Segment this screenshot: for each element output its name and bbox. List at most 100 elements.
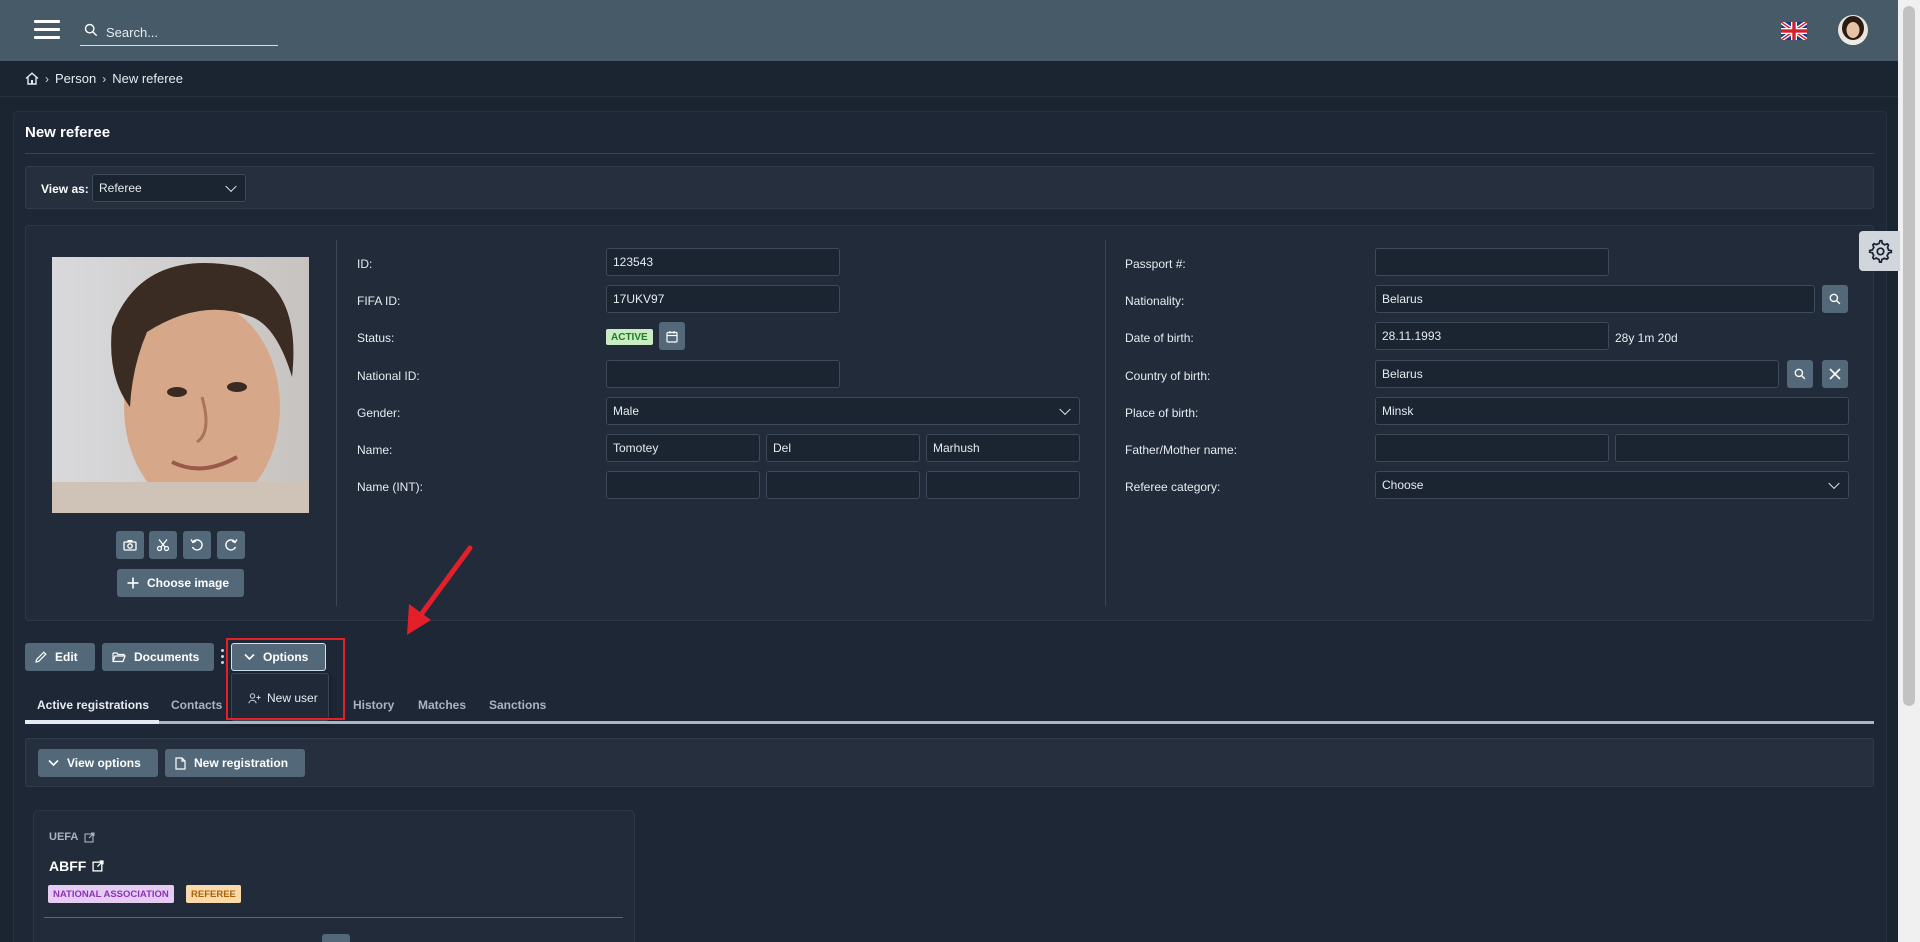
- dob-value: 28.11.1993: [1382, 329, 1442, 343]
- scissors-icon: [156, 539, 170, 552]
- place-of-birth-value: Minsk: [1382, 404, 1414, 418]
- search-input[interactable]: [106, 21, 274, 43]
- view-as-select[interactable]: Referee: [92, 174, 246, 202]
- home-icon[interactable]: [25, 72, 39, 85]
- referee-tag: REFEREE: [186, 885, 241, 903]
- id-value: 123543: [613, 255, 654, 269]
- tab-matches[interactable]: Matches: [418, 698, 466, 712]
- country-of-birth-field[interactable]: Belarus: [1375, 360, 1779, 388]
- last-name-value: Marhush: [933, 441, 980, 455]
- tab-active-registrations[interactable]: Active registrations: [37, 698, 149, 712]
- search-box: [80, 18, 278, 46]
- nationality-field[interactable]: Belarus: [1375, 285, 1815, 313]
- nationality-value: Belarus: [1382, 292, 1423, 306]
- country-of-birth-label: Country of birth:: [1125, 369, 1211, 383]
- referee-category-value: Choose: [1382, 478, 1424, 492]
- file-icon: [175, 756, 186, 770]
- father-name-field[interactable]: [1375, 434, 1609, 462]
- status-badge: ACTIVE: [606, 329, 653, 345]
- page-scrollbar[interactable]: [1898, 0, 1920, 942]
- edit-button[interactable]: Edit: [25, 643, 95, 671]
- dob-label: Date of birth:: [1125, 331, 1194, 345]
- new-registration-button[interactable]: New registration: [165, 749, 305, 777]
- chevron-down-icon: [1828, 477, 1840, 490]
- fifa-id-value: 17UKV97: [613, 292, 665, 306]
- title-divider: [25, 153, 1874, 154]
- middle-name-field[interactable]: Del: [766, 434, 920, 462]
- highlight-box: [226, 638, 345, 720]
- choose-image-label: Choose image: [147, 576, 230, 590]
- tab-sanctions[interactable]: Sanctions: [489, 698, 546, 712]
- camera-button[interactable]: [116, 531, 144, 559]
- user-avatar[interactable]: [1838, 15, 1868, 45]
- first-name-int-field[interactable]: [606, 471, 760, 499]
- nationality-search-button[interactable]: [1822, 285, 1848, 313]
- tabs-divider: [25, 721, 1874, 724]
- national-id-field[interactable]: [606, 360, 840, 388]
- documents-button[interactable]: Documents: [102, 643, 214, 671]
- status-calendar-button[interactable]: [659, 322, 685, 350]
- last-name-int-field[interactable]: [926, 471, 1080, 499]
- rotate-left-button[interactable]: [183, 531, 211, 559]
- view-options-button[interactable]: View options: [38, 749, 158, 777]
- close-icon: [1829, 368, 1841, 380]
- passport-label: Passport #:: [1125, 257, 1186, 271]
- parent-name-label: Father/Mother name:: [1125, 443, 1238, 457]
- id-field[interactable]: 123543: [606, 248, 840, 276]
- documents-label: Documents: [134, 650, 200, 664]
- place-of-birth-field[interactable]: Minsk: [1375, 397, 1849, 425]
- external-link-icon: [84, 831, 95, 843]
- external-link-icon: [92, 860, 104, 872]
- view-as-bar: View as: Referee: [25, 166, 1874, 209]
- nationality-label: Nationality:: [1125, 294, 1185, 308]
- rotate-right-button[interactable]: [217, 531, 245, 559]
- tab-contacts[interactable]: Contacts: [171, 698, 222, 712]
- search-icon: [84, 23, 98, 37]
- registration-association[interactable]: ABFF: [49, 858, 104, 874]
- country-of-birth-clear-button[interactable]: [1822, 360, 1848, 388]
- last-name-field[interactable]: Marhush: [926, 434, 1080, 462]
- breadcrumb-person[interactable]: Person: [55, 71, 96, 86]
- place-of-birth-label: Place of birth:: [1125, 406, 1199, 420]
- registration-association-name: ABFF: [49, 858, 87, 874]
- scrollbar-thumb[interactable]: [1903, 6, 1915, 706]
- folder-open-icon: [112, 652, 126, 663]
- more-icon[interactable]: [221, 649, 224, 664]
- first-name-value: Tomotey: [613, 441, 659, 455]
- country-of-birth-value: Belarus: [1382, 367, 1423, 381]
- rotate-right-icon: [225, 539, 238, 551]
- tab-history[interactable]: History: [353, 698, 394, 712]
- referee-category-label: Referee category:: [1125, 480, 1221, 494]
- registration-divider: [44, 917, 623, 918]
- pencil-icon: [35, 651, 47, 663]
- settings-button[interactable]: [1859, 231, 1900, 271]
- edit-label: Edit: [55, 650, 78, 664]
- gender-select[interactable]: Male: [606, 397, 1080, 425]
- card-divider: [336, 240, 337, 606]
- country-of-birth-search-button[interactable]: [1787, 360, 1813, 388]
- national-association-tag: NATIONAL ASSOCIATION: [48, 885, 174, 903]
- registration-org-name: UEFA: [49, 831, 79, 843]
- dob-field[interactable]: 28.11.1993: [1375, 322, 1609, 350]
- crop-button[interactable]: [149, 531, 177, 559]
- choose-image-button[interactable]: Choose image: [117, 569, 244, 597]
- age-text: 28y 1m 20d: [1615, 331, 1678, 345]
- breadcrumb: › Person › New referee: [0, 61, 1898, 97]
- fifa-id-field[interactable]: 17UKV97: [606, 285, 840, 313]
- hamburger-menu-icon[interactable]: [34, 20, 60, 40]
- gender-value: Male: [613, 404, 640, 418]
- chevron-down-icon: [1059, 403, 1071, 416]
- uk-flag-icon[interactable]: [1781, 22, 1807, 40]
- registration-action-button[interactable]: [322, 934, 350, 942]
- gear-icon: [1868, 239, 1892, 264]
- referee-category-select[interactable]: Choose: [1375, 471, 1849, 499]
- passport-field[interactable]: [1375, 248, 1609, 276]
- rotate-left-icon: [190, 539, 203, 551]
- active-tab-indicator: [25, 720, 159, 724]
- calendar-icon: [666, 330, 678, 343]
- breadcrumb-current: New referee: [112, 71, 184, 86]
- first-name-field[interactable]: Tomotey: [606, 434, 760, 462]
- mother-name-field[interactable]: [1615, 434, 1849, 462]
- middle-name-int-field[interactable]: [766, 471, 920, 499]
- registration-org[interactable]: UEFA: [49, 831, 95, 843]
